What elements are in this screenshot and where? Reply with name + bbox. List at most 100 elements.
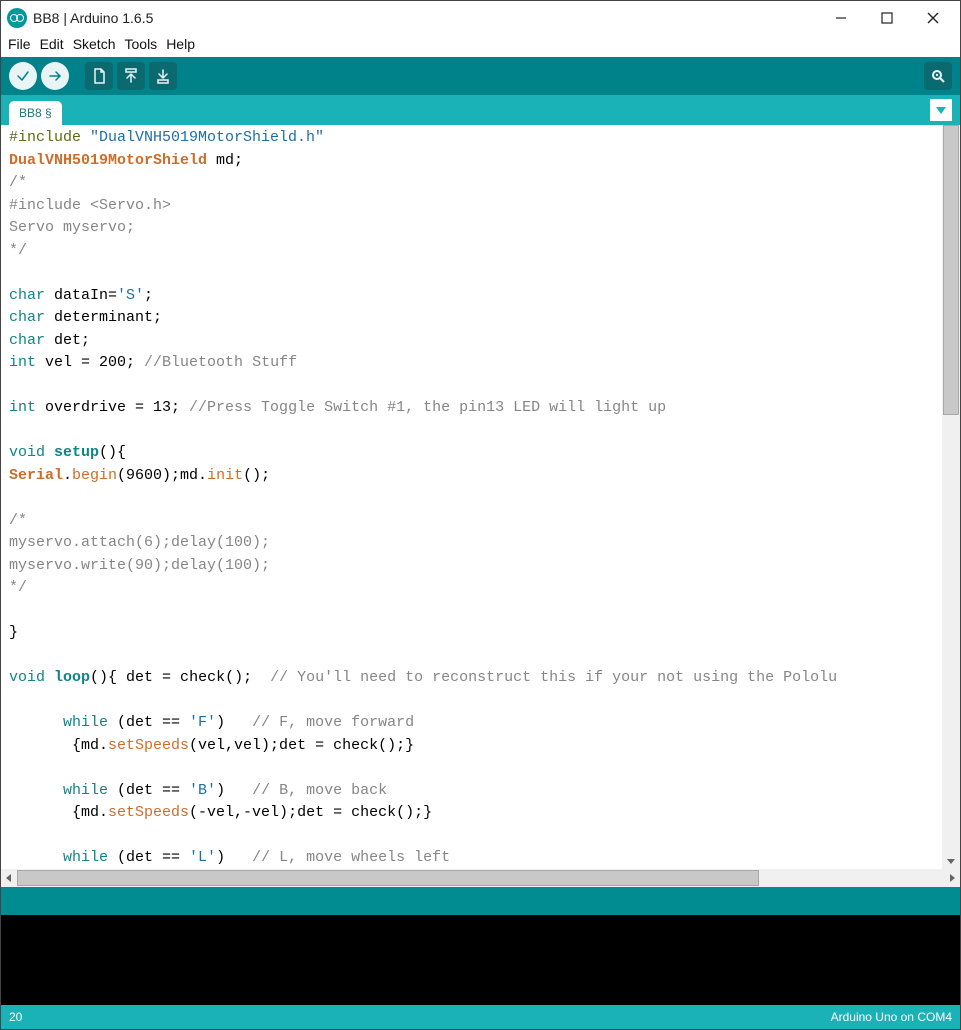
token: (){ det = check(); bbox=[90, 669, 270, 686]
token: myservo.attach(6);delay(100); bbox=[9, 534, 270, 551]
code-content[interactable]: #include "DualVNH5019MotorShield.h" Dual… bbox=[1, 125, 942, 869]
token: //Press Toggle Switch #1, the pin13 LED … bbox=[189, 399, 666, 416]
horizontal-scrollbar[interactable] bbox=[1, 869, 960, 887]
token: Serial bbox=[9, 467, 63, 484]
tab-strip: BB8 § bbox=[1, 95, 960, 125]
token: (det == bbox=[108, 714, 189, 731]
token: int bbox=[9, 399, 36, 416]
token: init bbox=[207, 467, 243, 484]
token: (9600);md. bbox=[117, 467, 207, 484]
token: void bbox=[9, 444, 45, 461]
token: vel = 200; bbox=[36, 354, 144, 371]
token: loop bbox=[54, 669, 90, 686]
window-title: BB8 | Arduino 1.6.5 bbox=[33, 10, 153, 26]
vscroll-thumb[interactable] bbox=[943, 125, 959, 415]
token: */ bbox=[9, 242, 27, 259]
serial-monitor-button[interactable] bbox=[924, 62, 952, 90]
token: ) bbox=[216, 714, 252, 731]
token: (); bbox=[243, 467, 270, 484]
token bbox=[9, 849, 63, 866]
status-bar bbox=[1, 887, 960, 915]
token: while bbox=[63, 782, 108, 799]
token bbox=[45, 669, 54, 686]
menu-help[interactable]: Help bbox=[163, 36, 198, 52]
token: 'F' bbox=[189, 714, 216, 731]
maximize-button[interactable] bbox=[864, 3, 910, 33]
token: . bbox=[63, 467, 72, 484]
new-sketch-button[interactable] bbox=[85, 62, 113, 90]
token: 'S' bbox=[117, 287, 144, 304]
token: // B, move back bbox=[252, 782, 387, 799]
open-sketch-button[interactable] bbox=[117, 62, 145, 90]
token: #include bbox=[9, 129, 90, 146]
token: //Bluetooth Stuff bbox=[144, 354, 297, 371]
token: ) bbox=[216, 849, 252, 866]
token: setSpeeds bbox=[108, 804, 189, 821]
token: Servo myservo; bbox=[9, 219, 135, 236]
minimize-button[interactable] bbox=[818, 3, 864, 33]
token: // L, move wheels left bbox=[252, 849, 450, 866]
menu-sketch[interactable]: Sketch bbox=[70, 36, 119, 52]
token: ; bbox=[144, 287, 153, 304]
token: char bbox=[9, 332, 45, 349]
token: int bbox=[9, 354, 36, 371]
token: "DualVNH5019MotorShield.h" bbox=[90, 129, 324, 146]
token: // F, move forward bbox=[252, 714, 414, 731]
token: char bbox=[9, 287, 45, 304]
footer-board-info: Arduino Uno on COM4 bbox=[831, 1010, 952, 1024]
token: det; bbox=[45, 332, 90, 349]
token bbox=[9, 714, 63, 731]
sketch-tab[interactable]: BB8 § bbox=[9, 101, 62, 125]
token: overdrive = 13; bbox=[36, 399, 189, 416]
token: (){ bbox=[99, 444, 126, 461]
tab-menu-button[interactable] bbox=[930, 99, 952, 121]
token: ) bbox=[216, 782, 252, 799]
token: (det == bbox=[108, 849, 189, 866]
token: DualVNH5019MotorShield bbox=[9, 152, 207, 169]
token: dataIn= bbox=[45, 287, 117, 304]
token: myservo.write(90);delay(100); bbox=[9, 557, 270, 574]
arduino-logo-icon bbox=[7, 8, 27, 28]
token: setup bbox=[54, 444, 99, 461]
scroll-right-icon[interactable] bbox=[944, 870, 960, 886]
token: {md. bbox=[9, 737, 108, 754]
close-button[interactable] bbox=[910, 3, 956, 33]
token: while bbox=[63, 849, 108, 866]
token: while bbox=[63, 714, 108, 731]
menu-edit[interactable]: Edit bbox=[37, 36, 67, 52]
editor-area: #include "DualVNH5019MotorShield.h" Dual… bbox=[1, 125, 960, 887]
token: } bbox=[9, 624, 18, 641]
token: #include <Servo.h> bbox=[9, 197, 171, 214]
hscroll-thumb[interactable] bbox=[17, 870, 759, 886]
scroll-down-icon[interactable] bbox=[942, 853, 960, 869]
console-output[interactable] bbox=[1, 915, 960, 1005]
menu-bar: File Edit Sketch Tools Help bbox=[1, 35, 960, 57]
save-sketch-button[interactable] bbox=[149, 62, 177, 90]
token: void bbox=[9, 669, 45, 686]
token: char bbox=[9, 309, 45, 326]
token bbox=[9, 782, 63, 799]
verify-button[interactable] bbox=[9, 62, 37, 90]
menu-file[interactable]: File bbox=[5, 36, 34, 52]
token: (-vel,-vel);det = check();} bbox=[189, 804, 432, 821]
menu-tools[interactable]: Tools bbox=[122, 36, 161, 52]
token: (det == bbox=[108, 782, 189, 799]
upload-button[interactable] bbox=[41, 62, 69, 90]
token: setSpeeds bbox=[108, 737, 189, 754]
token: md; bbox=[207, 152, 243, 169]
token: 'L' bbox=[189, 849, 216, 866]
footer-line-number: 20 bbox=[9, 1010, 22, 1024]
title-bar: BB8 | Arduino 1.6.5 bbox=[1, 1, 960, 35]
token: /* bbox=[9, 512, 27, 529]
token: */ bbox=[9, 579, 27, 596]
token: // You'll need to reconstruct this if yo… bbox=[270, 669, 837, 686]
token: /* bbox=[9, 174, 27, 191]
footer-bar: 20 Arduino Uno on COM4 bbox=[1, 1005, 960, 1029]
vertical-scrollbar[interactable] bbox=[942, 125, 960, 869]
token: 'B' bbox=[189, 782, 216, 799]
token: {md. bbox=[9, 804, 108, 821]
scroll-left-icon[interactable] bbox=[1, 870, 17, 886]
toolbar bbox=[1, 57, 960, 95]
token: begin bbox=[72, 467, 117, 484]
code-editor[interactable]: #include "DualVNH5019MotorShield.h" Dual… bbox=[1, 125, 960, 869]
